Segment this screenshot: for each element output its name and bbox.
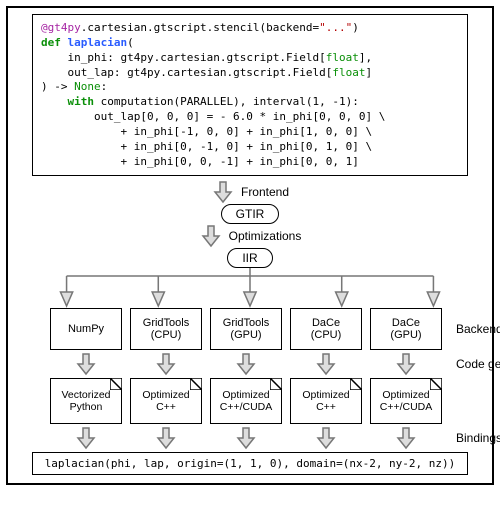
backend-gridtools-gpu: GridTools(GPU) xyxy=(210,308,282,350)
function-name: laplacian xyxy=(68,36,128,49)
generated-cpp-1: OptimizedC++ xyxy=(130,378,202,424)
arrow-down-icon xyxy=(394,426,418,450)
body-line-1: out_lap[0, 0, 0] = - 6.0 * in_phi[0, 0, … xyxy=(94,110,385,123)
body-line-3: + in_phi[0, -1, 0] + in_phi[0, 1, 0] \ xyxy=(120,140,372,153)
float-type-2: float xyxy=(332,66,365,79)
decorator-module: @gt4py xyxy=(41,21,81,34)
dogear-icon xyxy=(270,378,282,390)
frontend-label: Frontend xyxy=(241,185,289,199)
backend-string: "..." xyxy=(319,21,352,34)
final-call-code: laplacian(phi, lap, origin=(1, 1, 0), do… xyxy=(32,452,468,475)
backend-dace-cpu: DaCe(CPU) xyxy=(290,308,362,350)
body-line-2: + in_phi[-1, 0, 0] + in_phi[1, 0, 0] \ xyxy=(120,125,372,138)
generated-vectorized-python: VectorizedPython xyxy=(50,378,122,424)
arrow-down-icon xyxy=(314,352,338,376)
none-type: None xyxy=(74,80,101,93)
optimizations-label: Optimizations xyxy=(229,229,302,243)
dogear-icon xyxy=(430,378,442,390)
stencil-source-code: @gt4py.cartesian.gtscript.stencil(backen… xyxy=(32,14,468,176)
codegen-label: Code generation xyxy=(456,357,500,371)
arrow-down-icon xyxy=(74,426,98,450)
backends-label: Backends xyxy=(456,322,500,336)
gtir-node: GTIR xyxy=(221,204,280,224)
decorator-rest: .cartesian.gtscript.stencil(backend= xyxy=(81,21,319,34)
arrow-down-icon xyxy=(154,352,178,376)
diagram-frame: @gt4py.cartesian.gtscript.stencil(backen… xyxy=(6,6,494,485)
arg2-name: out_lap xyxy=(68,66,114,79)
arrow-down-icon xyxy=(314,426,338,450)
float-type: float xyxy=(326,51,359,64)
body-line-4: + in_phi[0, 0, -1] + in_phi[0, 0, 1] xyxy=(120,155,358,168)
arg1-name: in_phi xyxy=(68,51,108,64)
dogear-icon xyxy=(190,378,202,390)
def-keyword: def xyxy=(41,36,61,49)
generated-cpp-2: OptimizedC++ xyxy=(290,378,362,424)
generated-cuda-2: OptimizedC++/CUDA xyxy=(370,378,442,424)
dogear-icon xyxy=(350,378,362,390)
backend-gridtools-cpu: GridTools(CPU) xyxy=(130,308,202,350)
fanout-connector xyxy=(36,268,464,308)
arrow-down-icon xyxy=(234,426,258,450)
with-keyword: with xyxy=(68,95,95,108)
arrow-down-icon xyxy=(154,426,178,450)
dogear-icon xyxy=(110,378,122,390)
arrow-down-icon xyxy=(211,180,235,204)
generated-cuda-1: OptimizedC++/CUDA xyxy=(210,378,282,424)
arrow-down-icon xyxy=(74,352,98,376)
arrow-down-icon xyxy=(199,224,223,248)
backend-numpy: NumPy xyxy=(50,308,122,350)
arrow-down-icon xyxy=(234,352,258,376)
arrow-down-icon xyxy=(394,352,418,376)
iir-node: IIR xyxy=(227,248,272,268)
backend-dace-gpu: DaCe(GPU) xyxy=(370,308,442,350)
bindings-label: Bindings xyxy=(456,431,500,445)
